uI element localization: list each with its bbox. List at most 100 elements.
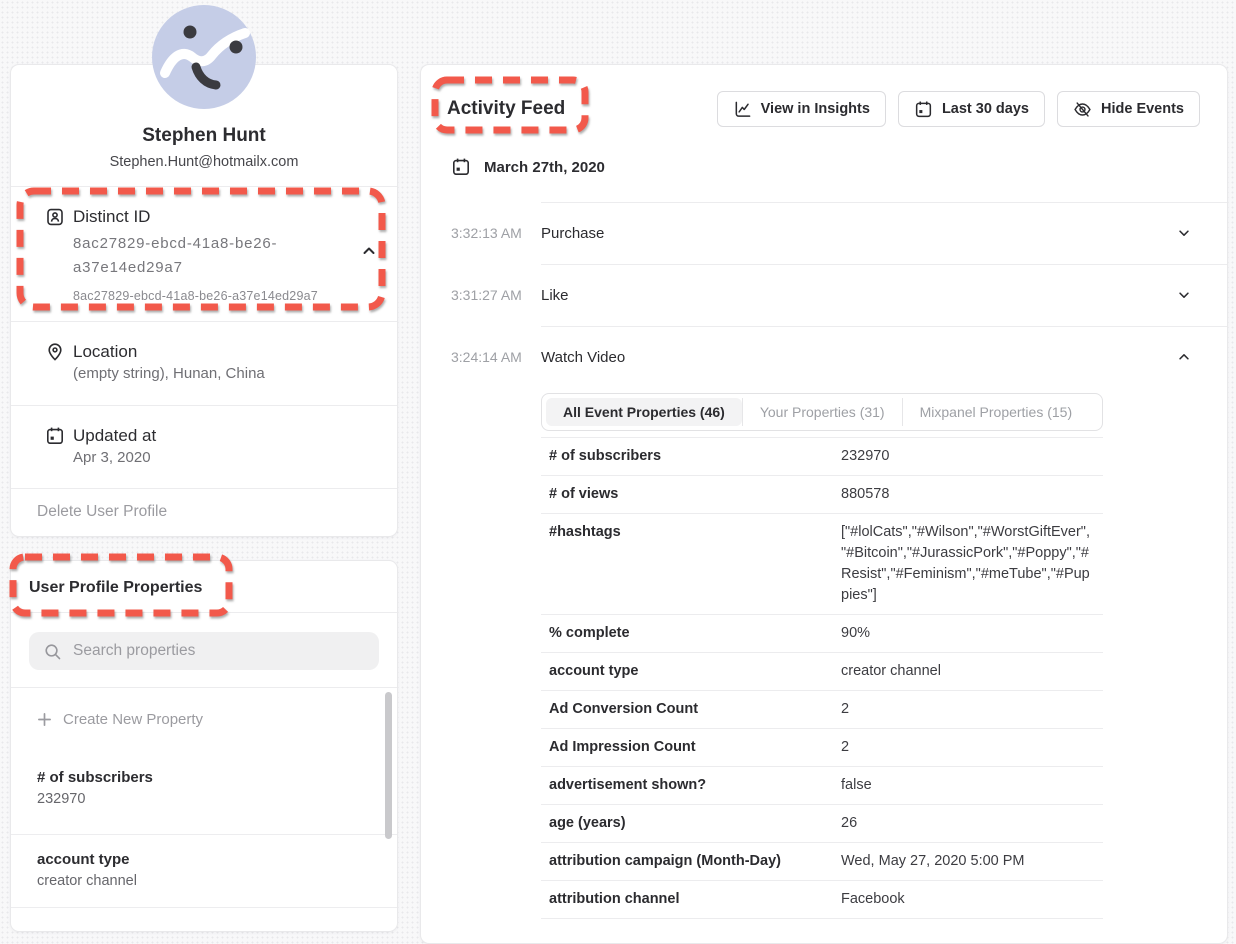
hide-events-button[interactable]: Hide Events — [1057, 91, 1200, 127]
activity-feed-card: Activity Feed View in Insights Last 30 d… — [420, 64, 1228, 944]
last-30-days-label: Last 30 days — [942, 101, 1029, 117]
event-row-watch-video[interactable]: 3:24:14 AM Watch Video — [421, 326, 1227, 388]
property-key: #hashtags — [549, 522, 841, 606]
property-value: 2 — [841, 699, 1095, 720]
property-value: 2 — [841, 737, 1095, 758]
property-key: attribution channel — [549, 889, 841, 910]
event-name: Like — [541, 287, 569, 304]
calendar-icon — [914, 100, 933, 119]
chevron-down-icon[interactable] — [1177, 226, 1191, 240]
property-key: advertisement shown? — [549, 775, 841, 796]
event-name: Purchase — [541, 225, 604, 242]
tab-all-event-properties[interactable]: All Event Properties (46) — [546, 398, 742, 426]
distinct-id-section: Distinct ID 8ac27829-ebcd-41a8-be26-a37e… — [11, 186, 397, 321]
plus-icon — [37, 712, 52, 727]
updated-at-label: Updated at — [73, 425, 156, 447]
table-row: attribution channel Facebook — [541, 880, 1103, 919]
event-time: 3:31:27 AM — [451, 287, 541, 303]
property-value: 232970 — [37, 790, 371, 808]
chevron-up-icon[interactable] — [1177, 350, 1191, 364]
view-in-insights-label: View in Insights — [761, 101, 870, 117]
profile-card: Stephen Hunt Stephen.Hunt@hotmailx.com D… — [10, 64, 398, 537]
property-key: # of views — [549, 484, 841, 505]
eye-off-icon — [1073, 100, 1092, 119]
profile-name: Stephen Hunt — [27, 124, 381, 148]
event-row-purchase[interactable]: 3:32:13 AM Purchase — [421, 202, 1227, 264]
create-new-property-label: Create New Property — [63, 711, 203, 728]
search-properties-box[interactable] — [29, 632, 379, 670]
user-profile-properties-card: User Profile Properties Create New Prope… — [10, 560, 398, 932]
distinct-id-label: Distinct ID — [73, 206, 318, 228]
list-item[interactable]: account type creator channel — [11, 835, 397, 908]
property-value: Wed, May 27, 2020 5:00 PM — [841, 851, 1095, 872]
activity-feed-title: Activity Feed — [447, 96, 565, 122]
create-new-property-button[interactable]: Create New Property — [11, 688, 397, 728]
table-row: attribution campaign (Month-Day) Wed, Ma… — [541, 842, 1103, 880]
event-time: 3:24:14 AM — [451, 349, 541, 365]
property-value: 880578 — [841, 484, 1095, 505]
smiley-trendline-avatar-icon — [152, 5, 256, 109]
map-pin-icon — [45, 342, 65, 362]
property-value: false — [841, 775, 1095, 796]
property-key: age (years) — [549, 813, 841, 834]
contact-card-icon — [45, 207, 65, 227]
scrollbar-thumb[interactable] — [385, 692, 392, 839]
property-value: ["#lolCats","#Wilson","#WorstGiftEver","… — [841, 522, 1095, 606]
table-row: account type creator channel — [541, 652, 1103, 690]
location-value: (empty string), Hunan, China — [73, 365, 265, 383]
event-detail-panel: All Event Properties (46) Your Propertie… — [541, 393, 1103, 919]
property-value: 232970 — [841, 446, 1095, 467]
chevron-up-icon[interactable] — [361, 243, 377, 259]
table-row: % complete 90% — [541, 614, 1103, 652]
table-row: Ad Impression Count 2 — [541, 728, 1103, 766]
location-section: Location (empty string), Hunan, China — [11, 321, 397, 405]
event-name: Watch Video — [541, 349, 625, 366]
distinct-id-value-small: 8ac27829-ebcd-41a8-be26-a37e14ed29a7 — [73, 289, 318, 303]
table-row: advertisement shown? false — [541, 766, 1103, 804]
view-in-insights-button[interactable]: View in Insights — [717, 91, 886, 127]
delete-user-profile-link[interactable]: Delete User Profile — [11, 488, 397, 538]
table-row: # of subscribers 232970 — [541, 437, 1103, 475]
table-row: #hashtags ["#lolCats","#Wilson","#WorstG… — [541, 513, 1103, 614]
table-row: # of views 880578 — [541, 475, 1103, 513]
calendar-icon — [45, 426, 65, 446]
user-profile-properties-title: User Profile Properties — [11, 561, 397, 612]
event-row-like[interactable]: 3:31:27 AM Like — [421, 264, 1227, 326]
property-value: creator channel — [841, 661, 1095, 682]
table-row: Ad Conversion Count 2 — [541, 690, 1103, 728]
property-key: attribution campaign (Month-Day) — [549, 851, 841, 872]
profile-email: Stephen.Hunt@hotmailx.com — [27, 153, 381, 171]
property-key: account type — [549, 661, 841, 682]
list-item[interactable]: # of subscribers 232970 — [11, 728, 397, 835]
event-properties-tabs: All Event Properties (46) Your Propertie… — [541, 393, 1103, 431]
event-time: 3:32:13 AM — [451, 225, 541, 241]
line-chart-icon — [733, 100, 752, 119]
table-row: age (years) 26 — [541, 804, 1103, 842]
user-avatar — [152, 5, 256, 109]
date-group-header: March 27th, 2020 — [451, 157, 1227, 177]
distinct-id-value: 8ac27829-ebcd-41a8-be26-a37e14ed29a7 — [73, 232, 308, 280]
updated-at-value: Apr 3, 2020 — [73, 449, 156, 467]
location-label: Location — [73, 341, 265, 363]
property-value: 90% — [841, 623, 1095, 644]
tab-your-properties[interactable]: Your Properties (31) — [742, 398, 902, 426]
property-list: Create New Property # of subscribers 232… — [11, 687, 397, 909]
date-group-label: March 27th, 2020 — [484, 159, 605, 176]
last-30-days-button[interactable]: Last 30 days — [898, 91, 1045, 127]
property-value: creator channel — [37, 872, 371, 890]
property-key: Ad Impression Count — [549, 737, 841, 758]
chevron-down-icon[interactable] — [1177, 288, 1191, 302]
updated-at-section: Updated at Apr 3, 2020 — [11, 405, 397, 488]
search-icon — [43, 642, 62, 661]
property-value: 26 — [841, 813, 1095, 834]
property-name: account type — [37, 850, 371, 869]
hide-events-label: Hide Events — [1101, 101, 1184, 117]
search-properties-input[interactable] — [73, 642, 365, 660]
tab-mixpanel-properties[interactable]: Mixpanel Properties (15) — [902, 398, 1090, 426]
property-key: # of subscribers — [549, 446, 841, 467]
property-key: % complete — [549, 623, 841, 644]
property-key: Ad Conversion Count — [549, 699, 841, 720]
property-name: # of subscribers — [37, 768, 371, 787]
calendar-icon — [451, 157, 471, 177]
event-properties-table: # of subscribers 232970 # of views 88057… — [541, 437, 1103, 919]
